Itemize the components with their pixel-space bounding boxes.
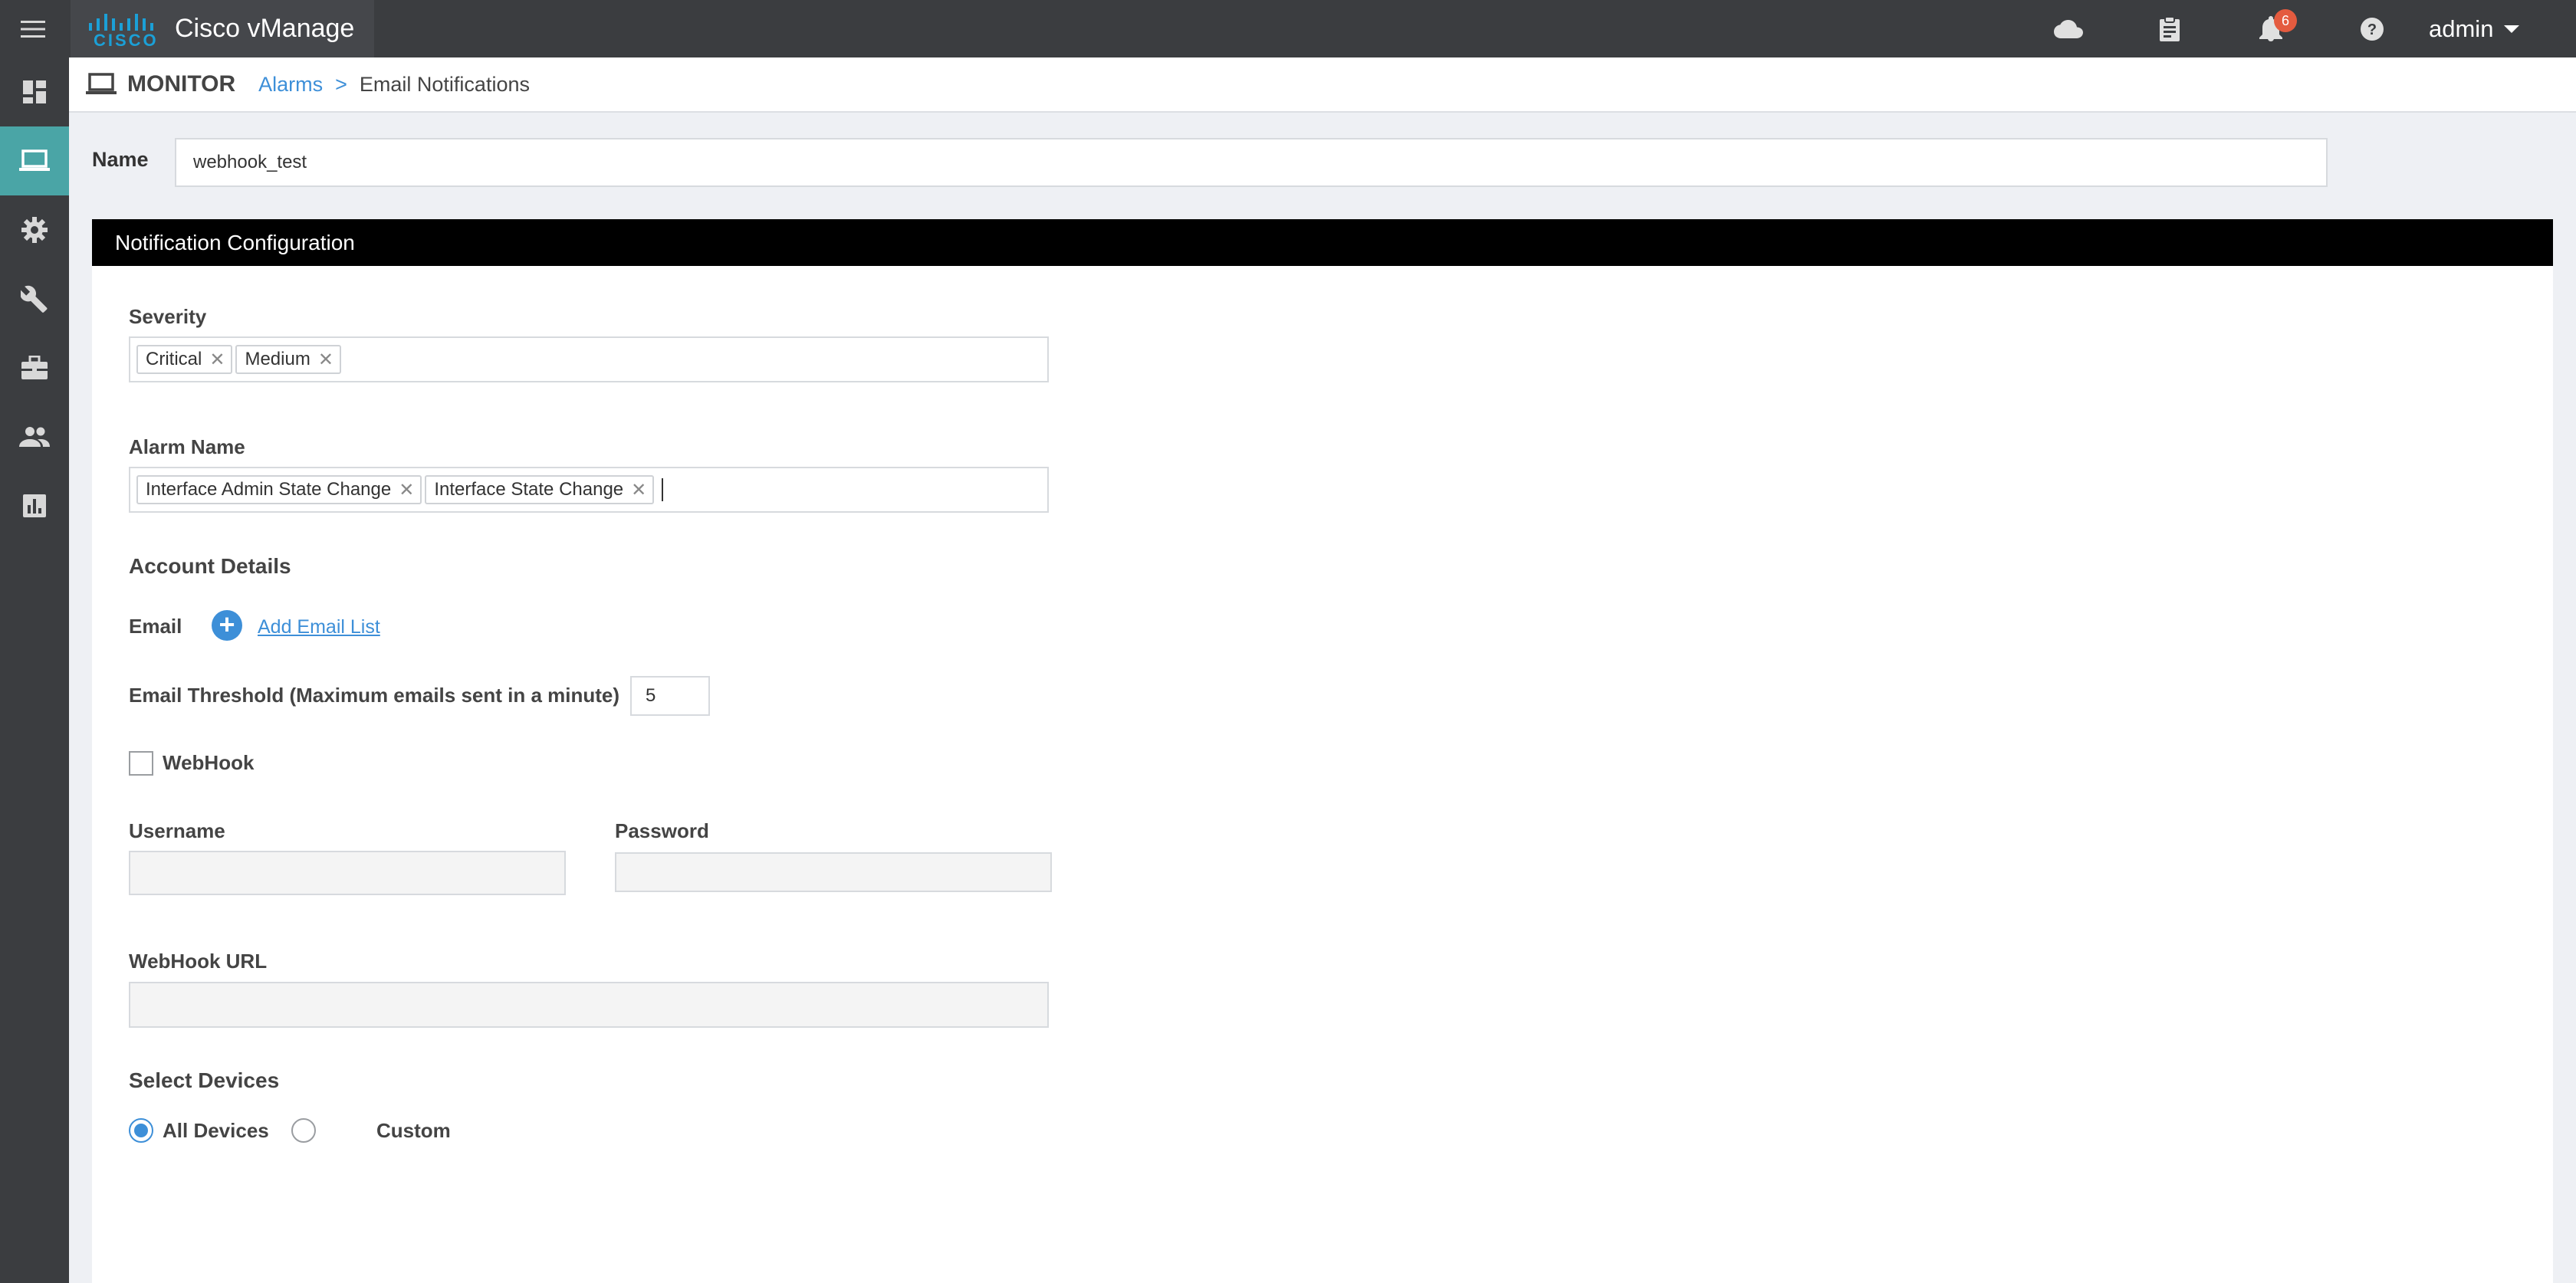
help-icon[interactable]: ?: [2321, 0, 2423, 57]
cloud-icon[interactable]: [2018, 0, 2119, 57]
notification-badge: 6: [2274, 9, 2297, 32]
all-devices-label: All Devices: [163, 1119, 269, 1142]
email-threshold-input[interactable]: [630, 676, 710, 716]
custom-label: Custom: [376, 1119, 451, 1142]
dashboard-icon: [23, 80, 46, 103]
breadcrumb-current: Email Notifications: [359, 72, 530, 96]
breadcrumb-separator: >: [335, 72, 347, 96]
severity-tag: Critical ✕: [136, 345, 233, 374]
sidebar-item-maintenance[interactable]: [0, 333, 69, 402]
menu-icon[interactable]: [0, 0, 66, 57]
email-threshold-label: Email Threshold (Maximum emails sent in …: [129, 684, 620, 707]
add-email-list-link[interactable]: Add Email List: [258, 616, 380, 638]
user-name: admin: [2429, 15, 2494, 42]
cisco-logo-text: CISCO: [94, 30, 159, 50]
sidebar: [0, 57, 69, 1283]
severity-multiselect[interactable]: Critical ✕ Medium ✕: [129, 336, 1049, 382]
sidebar-item-monitor[interactable]: [0, 126, 69, 195]
webhook-url-input[interactable]: [129, 982, 1049, 1028]
monitor-icon: [19, 149, 50, 171]
alarm-name-label: Alarm Name: [129, 435, 245, 458]
severity-tag: Medium ✕: [235, 345, 341, 374]
clipboard-icon[interactable]: [2119, 0, 2220, 57]
svg-text:?: ?: [2367, 21, 2377, 38]
alarm-name-tag: Interface Admin State Change ✕: [136, 475, 422, 504]
alarm-name-tag: Interface State Change ✕: [425, 475, 655, 504]
password-input[interactable]: [615, 852, 1052, 892]
app-title: Cisco vManage: [175, 14, 355, 43]
notification-config-panel: Notification Configuration Severity Crit…: [92, 219, 2553, 1283]
sidebar-item-analytics[interactable]: [0, 471, 69, 540]
add-icon[interactable]: +: [212, 610, 242, 641]
gear-icon: [21, 217, 48, 243]
password-label: Password: [615, 819, 709, 842]
wrench-icon: [21, 285, 48, 313]
breadcrumb-alarms-link[interactable]: Alarms: [258, 73, 323, 97]
chevron-down-icon: [2504, 25, 2520, 33]
users-icon: [19, 427, 50, 447]
user-menu[interactable]: admin: [2423, 0, 2576, 57]
sidebar-item-configuration[interactable]: [0, 195, 69, 264]
name-input[interactable]: [175, 138, 2328, 187]
panel-title: Notification Configuration: [92, 219, 2553, 266]
monitor-icon: [86, 73, 117, 94]
email-label: Email: [129, 615, 182, 638]
alarm-name-multiselect[interactable]: Interface Admin State Change ✕ Interface …: [129, 467, 1049, 513]
account-details-heading: Account Details: [129, 554, 291, 578]
section-title: MONITOR: [127, 71, 236, 97]
brand[interactable]: CISCO Cisco vManage: [71, 0, 374, 57]
remove-tag-icon[interactable]: ✕: [209, 349, 225, 371]
severity-label: Severity: [129, 305, 207, 328]
sidebar-item-tools[interactable]: [0, 264, 69, 333]
sidebar-item-administration[interactable]: [0, 402, 69, 471]
username-input[interactable]: [129, 851, 566, 895]
cisco-logo: CISCO: [87, 9, 159, 50]
remove-tag-icon[interactable]: ✕: [631, 479, 646, 501]
remove-tag-icon[interactable]: ✕: [318, 349, 334, 371]
name-label: Name: [92, 148, 149, 171]
briefcase-icon: [21, 356, 48, 379]
select-devices-heading: Select Devices: [129, 1068, 280, 1092]
webhook-checkbox[interactable]: [129, 751, 153, 776]
text-cursor: [662, 478, 664, 501]
webhook-url-label: WebHook URL: [129, 950, 268, 973]
custom-radio[interactable]: [291, 1118, 316, 1143]
analytics-icon: [23, 494, 46, 517]
webhook-label: WebHook: [163, 751, 255, 774]
all-devices-radio[interactable]: [129, 1118, 153, 1143]
top-bar: CISCO Cisco vManage 6 ? admin: [0, 0, 2576, 57]
breadcrumb-bar: MONITOR Alarms > Email Notifications: [69, 57, 2576, 113]
remove-tag-icon[interactable]: ✕: [399, 479, 414, 501]
bell-icon[interactable]: 6: [2220, 0, 2321, 57]
sidebar-item-dashboard[interactable]: [0, 57, 69, 126]
username-label: Username: [129, 819, 225, 842]
